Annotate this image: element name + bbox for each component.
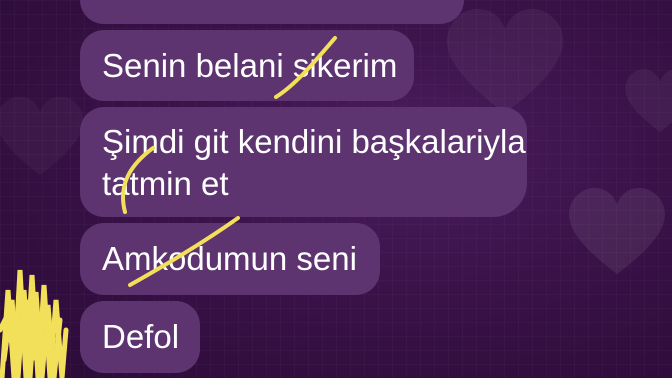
message-text: Senin belani sikerim: [102, 46, 398, 84]
message-text-line: Şimdi git kendini başkalariyla: [102, 123, 526, 160]
message-text: Amkodumun seni: [102, 240, 357, 277]
message-text: Defol: [102, 318, 180, 355]
message-bubble[interactable]: Defol: [80, 301, 200, 373]
message-bubble[interactable]: Senin belani sikerim: [80, 30, 414, 101]
message-bubble[interactable]: Şimdi git kendini başkalariyla tatmin et: [80, 107, 527, 217]
heart-icon: [0, 96, 84, 175]
message-bubble[interactable]: [80, 0, 464, 24]
heart-icon: [625, 69, 672, 132]
message-bubble[interactable]: Amkodumun seni: [80, 223, 380, 295]
heart-icon: [569, 187, 665, 274]
message-text-line: tatmin et: [102, 165, 229, 202]
